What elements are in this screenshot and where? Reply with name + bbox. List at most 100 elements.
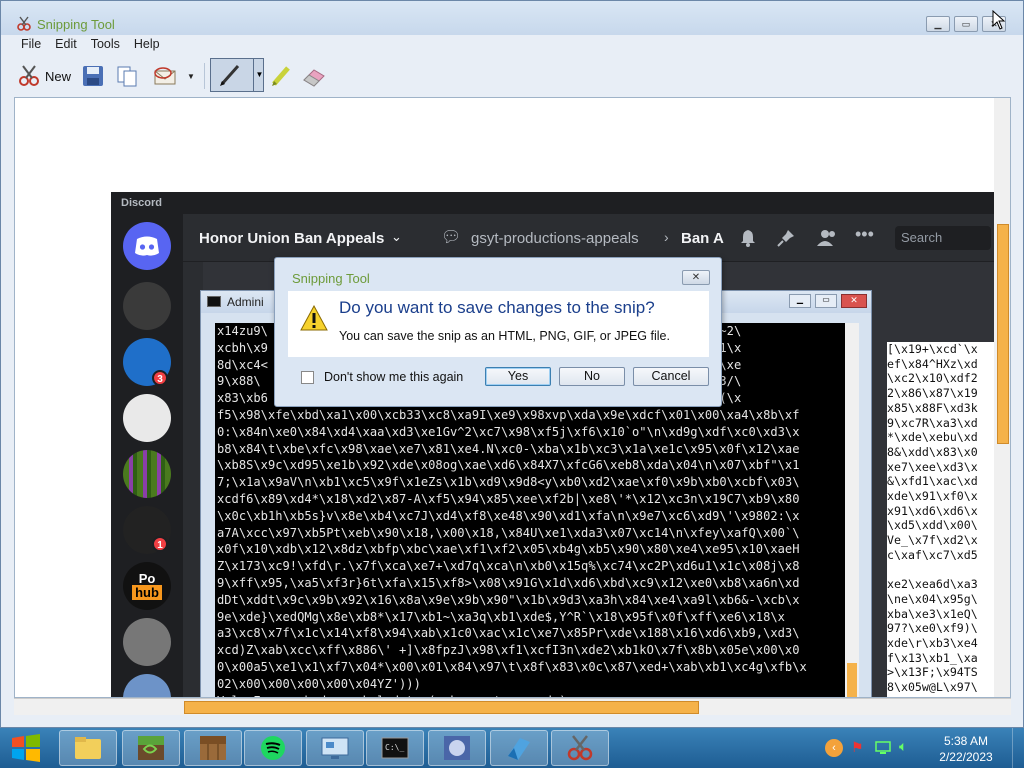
guild-label: Po	[138, 571, 156, 586]
monitor-icon	[321, 737, 349, 759]
spotify-icon	[261, 736, 285, 760]
taskbar-spotify[interactable]	[244, 730, 302, 766]
menu-file[interactable]: File	[1, 35, 48, 51]
horizontal-scrollbar[interactable]	[14, 698, 1011, 715]
volume-icon[interactable]: 🔈︎	[899, 738, 907, 755]
no-button[interactable]: No	[559, 367, 625, 386]
action-center-flag-icon[interactable]: ⚑	[851, 739, 864, 756]
window-title: Snipping Tool	[37, 17, 115, 32]
save-changes-dialog: Snipping Tool ✕ Do you want to save chan…	[274, 257, 722, 407]
discord-top-bar: Discord	[111, 192, 994, 214]
notification-badge: 1	[152, 536, 168, 552]
svg-text:C:\_: C:\_	[385, 743, 404, 752]
copy-button[interactable]	[115, 61, 139, 91]
discord-brand: Discord	[121, 197, 162, 209]
new-snip-button[interactable]: New	[17, 61, 71, 91]
menu-help[interactable]: Help	[127, 35, 167, 51]
taskbar-command-prompt[interactable]: C:\_	[366, 730, 424, 766]
folder-icon	[75, 737, 101, 759]
dialog-message-area: Do you want to save changes to the snip?…	[288, 291, 709, 357]
taskbar-remote-app[interactable]	[490, 730, 548, 766]
guild-icon: Po hub	[123, 562, 171, 610]
show-hidden-icons-icon[interactable]: ‹	[825, 739, 843, 757]
taskbar-explorer[interactable]	[59, 730, 117, 766]
taskbar-image-app[interactable]	[428, 730, 486, 766]
taskbar-crafting-table[interactable]	[184, 730, 242, 766]
pen-dropdown-icon[interactable]: ▼	[253, 59, 265, 91]
menu-edit[interactable]: Edit	[48, 35, 84, 51]
more-options-icon: •••	[855, 224, 874, 244]
grass-block-icon	[138, 736, 164, 760]
menu-bar: File Edit Tools Help	[1, 35, 1023, 55]
remote-desktop-icon	[508, 738, 530, 760]
minimize-icon: ▁	[934, 19, 942, 29]
console-scroll-thumb	[847, 663, 857, 697]
dialog-close-button[interactable]: ✕	[682, 270, 710, 285]
pen-icon	[220, 65, 240, 86]
vertical-scroll-thumb[interactable]	[997, 224, 1009, 444]
highlighter-button[interactable]	[269, 61, 293, 91]
minimize-button[interactable]: ▁	[926, 16, 950, 32]
clock[interactable]: 5:38 AM 2/22/2023	[928, 733, 1004, 765]
guild-list: 3 1 Po hub	[111, 214, 183, 697]
dialog-content: You can save the snip as an HTML, PNG, G…	[339, 329, 670, 343]
toolbar: New ▼ ▼	[1, 55, 1023, 95]
windows-logo-icon	[12, 734, 40, 762]
send-snip-button[interactable]: ▼	[151, 61, 195, 91]
send-dropdown-icon[interactable]: ▼	[187, 72, 195, 81]
background-text-window: [\x19+\xcd`\x ef\x84^HXz\xd \xc2\x10\xdf…	[887, 342, 994, 697]
console-title: Admini	[227, 295, 264, 309]
title-bar: Snipping Tool ▁ ▭ ✕	[1, 1, 1023, 35]
clock-date: 2/22/2023	[939, 750, 993, 764]
send-mail-icon	[154, 67, 176, 85]
snipping-tool-window: Snipping Tool ▁ ▭ ✕ FileEditToolsHelp Ne…	[0, 0, 1024, 728]
clock-time: 5:38 AM	[943, 734, 989, 748]
photo-icon	[444, 736, 470, 760]
new-label: New	[45, 68, 72, 84]
scissors-icon	[19, 65, 39, 86]
save-snip-button[interactable]	[81, 61, 105, 91]
menu-tools[interactable]: Tools	[84, 35, 127, 51]
terminal-icon: C:\_	[381, 737, 409, 759]
eraser-button[interactable]	[301, 61, 327, 91]
guild-icon	[123, 618, 171, 666]
save-icon	[83, 66, 103, 86]
pin-icon	[777, 230, 794, 247]
taskbar: C:\_ ‹ ⚑ 🔈︎ 5:38 AM 2/22/2023	[0, 728, 1024, 768]
highlighter-icon	[272, 66, 290, 86]
taskbar-minecraft[interactable]	[122, 730, 180, 766]
pen-button[interactable]: ▼	[210, 58, 264, 92]
thread-name: Ban A	[681, 230, 724, 247]
background-text: [\x19+\xcd`\x ef\x84^HXz\xd \xc2\x10\xdf…	[887, 342, 978, 697]
chevron-right-icon: ›	[664, 229, 669, 245]
scissors-icon	[567, 735, 593, 761]
guild-icon	[123, 282, 171, 330]
horizontal-scroll-thumb[interactable]	[184, 701, 699, 714]
console-icon	[207, 296, 221, 307]
vertical-scrollbar[interactable]	[994, 98, 1010, 697]
channel-name: gsyt-productions-appeals	[471, 230, 639, 247]
dont-show-again-label: Don't show me this again	[324, 370, 464, 384]
console-close-icon: ✕	[841, 294, 867, 308]
copy-icon	[117, 66, 137, 87]
maximize-icon: ▭	[961, 19, 971, 29]
bell-icon	[741, 230, 755, 247]
dont-show-again-checkbox[interactable]	[301, 371, 314, 384]
cancel-button[interactable]: Cancel	[633, 367, 709, 386]
guild-icon	[123, 450, 171, 498]
guild-icon	[123, 394, 171, 442]
crafting-table-icon	[200, 736, 226, 760]
chevron-down-icon: ⌄	[391, 229, 402, 244]
guild-icon	[123, 674, 171, 697]
start-button[interactable]	[4, 730, 48, 766]
show-desktop-button[interactable]	[1012, 728, 1024, 768]
console-maximize-icon: ▭	[815, 294, 837, 308]
taskbar-control-panel[interactable]	[306, 730, 364, 766]
network-icon[interactable]	[874, 740, 892, 756]
console-minimize-icon: ▁	[789, 294, 811, 308]
taskbar-snipping-tool[interactable]	[551, 730, 609, 766]
mouse-cursor-icon	[992, 10, 1006, 30]
yes-button[interactable]: Yes	[485, 367, 551, 386]
close-icon: ✕	[691, 272, 701, 283]
maximize-button[interactable]: ▭	[954, 16, 978, 32]
